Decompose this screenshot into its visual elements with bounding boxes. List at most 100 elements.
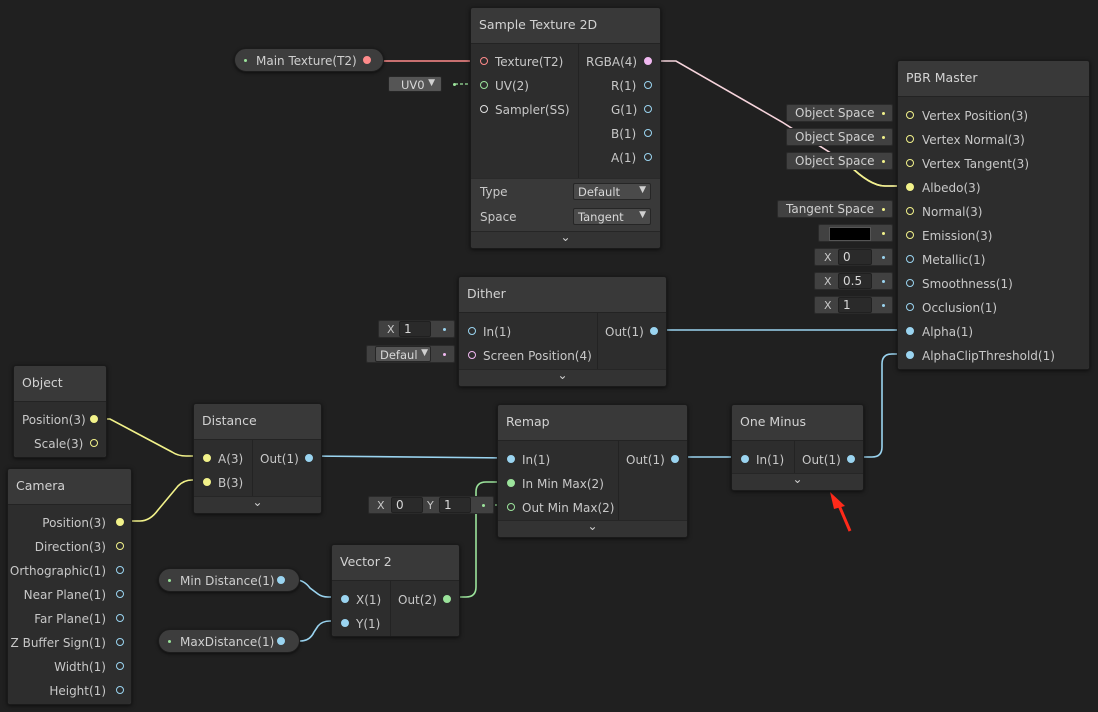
vertex-normal-space-field[interactable]: Object Space [786, 128, 893, 146]
remap-in-port[interactable] [507, 455, 515, 463]
out-min-input[interactable]: 0 [391, 497, 423, 513]
r-output-port[interactable] [644, 81, 652, 89]
uv-input-port[interactable] [480, 81, 488, 89]
metallic-port[interactable] [906, 255, 914, 263]
g-output-port[interactable] [644, 105, 652, 113]
metallic-input[interactable]: 0 [838, 249, 872, 265]
camera-far-plane-port[interactable] [116, 614, 124, 622]
occlusion-field[interactable]: X 1 [814, 296, 893, 314]
camera-orthographic-port[interactable] [116, 566, 124, 574]
distance-a-port[interactable] [203, 454, 211, 462]
camera-direction-port[interactable] [116, 542, 124, 550]
distance-b-port[interactable] [203, 478, 211, 486]
vertex-position-space-field[interactable]: Object Space [786, 104, 893, 122]
remap-out-min-max-label: Out Min Max(2) [522, 501, 615, 515]
camera-node[interactable]: Camera Position(3) Direction(3) Orthogra… [7, 468, 132, 705]
camera-position-port[interactable] [116, 518, 124, 526]
smoothness-port[interactable] [906, 279, 914, 287]
alpha-clip-threshold-port[interactable] [906, 351, 914, 359]
vertex-normal-port[interactable] [906, 135, 914, 143]
node-collapse-toggle[interactable]: ⌄ [732, 472, 863, 490]
space-dropdown[interactable]: Tangent ▼ [573, 208, 651, 225]
min-distance-port[interactable] [277, 576, 285, 584]
type-label: Type [480, 185, 508, 199]
screen-position-port[interactable] [468, 351, 476, 359]
pbr-master-node[interactable]: PBR Master Vertex Position(3) Vertex Nor… [897, 60, 1090, 370]
one-minus-out-port[interactable] [847, 455, 855, 463]
out-max-input[interactable]: 1 [439, 497, 471, 513]
camera-height-port[interactable] [116, 686, 124, 694]
camera-width-port[interactable] [116, 662, 124, 670]
node-collapse-toggle[interactable]: ⌄ [459, 368, 666, 386]
distance-out-port[interactable] [305, 454, 313, 462]
one-minus-out-label: Out(1) [802, 453, 841, 467]
emission-color-swatch[interactable] [829, 227, 871, 241]
max-distance-port[interactable] [277, 637, 285, 645]
min-distance-property[interactable]: Min Distance(1) [158, 568, 300, 592]
texture-input-port[interactable] [480, 57, 488, 65]
screen-position-value: Defaul [380, 348, 418, 362]
vector2-y-port[interactable] [341, 619, 349, 627]
a-output-port[interactable] [644, 153, 652, 161]
dither-in-port[interactable] [468, 327, 476, 335]
normal-space-field[interactable]: Tangent Space [777, 200, 893, 218]
normal-port[interactable] [906, 207, 914, 215]
object-scale-port[interactable] [90, 439, 98, 447]
node-collapse-toggle[interactable]: ⌄ [194, 495, 321, 513]
node-title: Vector 2 [332, 545, 459, 581]
b-output-port[interactable] [644, 129, 652, 137]
smoothness-input[interactable]: 0.5 [838, 273, 872, 289]
one-minus-node[interactable]: One Minus In(1) Out(1) ⌄ [731, 404, 864, 491]
dither-node[interactable]: Dither In(1) Screen Position(4) Out(1) ⌄ [458, 276, 667, 387]
main-texture-port[interactable] [363, 56, 371, 64]
uv-channel-dropdown[interactable]: UV0 ▼ [388, 76, 442, 92]
main-texture-property[interactable]: Main Texture(T2) [234, 48, 384, 72]
screen-position-dropdown[interactable]: Defaul ▼ [375, 346, 431, 362]
metallic-field[interactable]: X 0 [814, 248, 893, 266]
camera-z-buffer-sign-port[interactable] [116, 638, 124, 646]
dither-in-field[interactable]: X 1 [378, 320, 455, 338]
rgba-output-port[interactable] [644, 57, 652, 65]
distance-node[interactable]: Distance A(3) B(3) Out(1) ⌄ [193, 403, 322, 514]
node-title: Distance [194, 404, 321, 440]
alpha-clip-threshold-label: AlphaClipThreshold(1) [922, 349, 1055, 363]
vertex-position-port[interactable] [906, 111, 914, 119]
object-node[interactable]: Object Position(3) Scale(3) [13, 365, 107, 458]
one-minus-in-port[interactable] [741, 455, 749, 463]
vertex-tangent-port[interactable] [906, 159, 914, 167]
albedo-port[interactable] [906, 183, 914, 191]
sample-texture-2d-node[interactable]: Sample Texture 2D Texture(T2) UV(2) Samp… [470, 7, 661, 249]
emission-color-field[interactable] [818, 224, 893, 242]
out-min-max-field[interactable]: X 0 Y 1 [368, 496, 494, 514]
occlusion-port[interactable] [906, 303, 914, 311]
remap-in-label: In(1) [522, 453, 551, 467]
camera-near-plane-port[interactable] [116, 590, 124, 598]
occlusion-input[interactable]: 1 [838, 297, 872, 313]
object-position-port[interactable] [90, 415, 98, 423]
remap-node[interactable]: Remap In(1) In Min Max(2) Out Min Max(2)… [497, 404, 688, 538]
emission-port[interactable] [906, 231, 914, 239]
type-dropdown[interactable]: Default ▼ [573, 183, 651, 200]
vector2-node[interactable]: Vector 2 X(1) Y(1) Out(2) [331, 544, 460, 637]
vector2-x-port[interactable] [341, 595, 349, 603]
node-title: One Minus [732, 405, 863, 441]
red-arrow-icon [830, 492, 852, 532]
sampler-input-port[interactable] [480, 105, 488, 113]
vector2-out-port[interactable] [443, 595, 451, 603]
screen-position-mode-field[interactable]: Defaul ▼ [366, 345, 455, 363]
remap-in-min-max-port[interactable] [507, 479, 515, 487]
remap-out-min-max-port[interactable] [507, 503, 515, 511]
smoothness-field[interactable]: X 0.5 [814, 272, 893, 290]
occlusion-value: 1 [843, 298, 851, 312]
albedo-label: Albedo(3) [922, 181, 981, 195]
node-collapse-toggle[interactable]: ⌄ [498, 519, 687, 537]
max-distance-property[interactable]: MaxDistance(1) [158, 629, 300, 653]
dither-out-port[interactable] [650, 327, 658, 335]
remap-out-port[interactable] [671, 455, 679, 463]
dither-in-input[interactable]: 1 [399, 321, 431, 337]
node-title: Remap [498, 405, 687, 441]
one-minus-in-label: In(1) [756, 453, 785, 467]
vertex-tangent-space-field[interactable]: Object Space [786, 152, 893, 170]
alpha-port[interactable] [906, 327, 914, 335]
node-collapse-toggle[interactable]: ⌄ [471, 230, 660, 248]
